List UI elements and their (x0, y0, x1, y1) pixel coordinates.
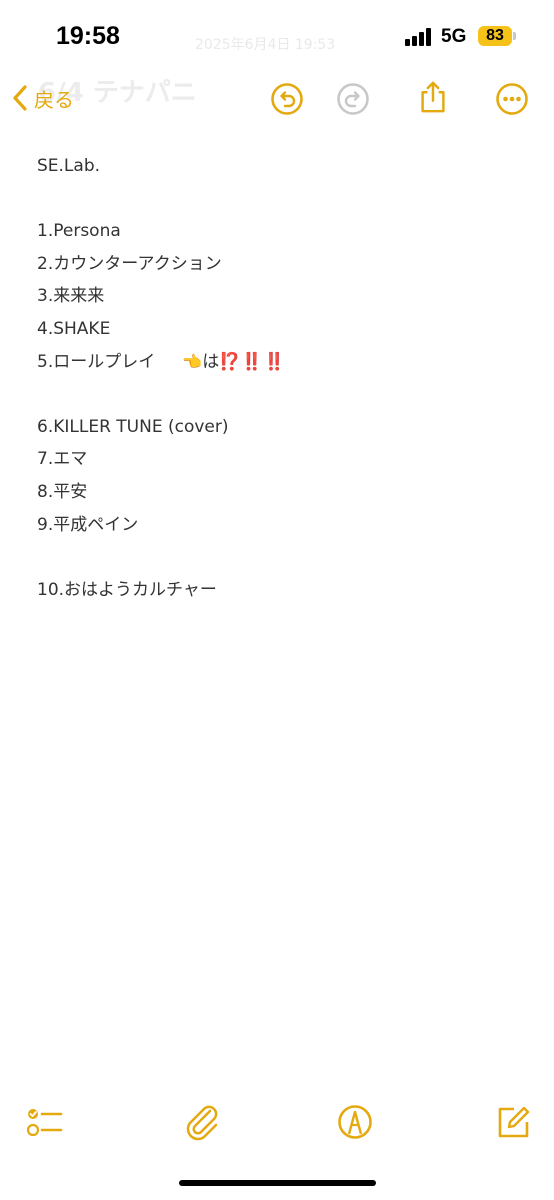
note-line: 2.カウンターアクション (37, 253, 222, 274)
back-button[interactable]: 戻る (10, 80, 74, 116)
redo-icon[interactable] (336, 82, 370, 116)
note-line: 4.SHAKE (37, 318, 111, 339)
chevron-left-icon (13, 85, 27, 111)
battery-icon: 83 (478, 26, 512, 46)
note-body[interactable]: SE.Lab. 1.Persona 2.カウンターアクション 3.来来来 4.S… (37, 150, 517, 606)
undo-icon[interactable] (270, 82, 304, 116)
pointing-hand-icon: 👈 (182, 351, 203, 371)
note-line (37, 378, 517, 411)
nav-bar: 6/4 テナパニ 戻る (0, 70, 554, 130)
home-indicator[interactable] (179, 1180, 376, 1186)
back-label: 戻る (34, 87, 74, 112)
status-bar: 2025年6月4日 19:53 19:58 5G 83 (0, 0, 554, 70)
faded-note-date: 2025年6月4日 19:53 (195, 37, 336, 53)
note-line-text: 5.ロールプレイ (37, 351, 156, 372)
note-line: 6.KILLER TUNE (cover) (37, 416, 229, 437)
markup-icon[interactable] (336, 1103, 374, 1141)
share-icon[interactable] (416, 80, 450, 114)
note-line: 9.平成ペイン (37, 514, 139, 535)
note-line (37, 183, 517, 216)
note-line: 10.おはようカルチャー (37, 579, 217, 600)
status-time: 19:58 (56, 22, 120, 50)
exclamation-marks: ⁉️‼️‼️ (219, 351, 286, 372)
note-line-suffix: は (202, 351, 220, 372)
note-line (37, 541, 517, 574)
more-icon[interactable] (495, 82, 529, 116)
attachment-icon[interactable] (183, 1103, 221, 1141)
compose-icon[interactable] (494, 1103, 532, 1141)
battery-cap (513, 32, 516, 40)
note-line-with-emoji: 5.ロールプレイ 👈は⁉️‼️‼️ (37, 346, 517, 379)
note-line: 7.エマ (37, 449, 88, 470)
note-line: SE.Lab. (37, 156, 101, 176)
cellular-signal-icon (405, 28, 435, 46)
note-line: 1.Persona (37, 221, 121, 242)
note-line: 8.平安 (37, 481, 88, 502)
network-type: 5G (441, 26, 467, 47)
note-line: 3.来来来 (37, 286, 105, 307)
bottom-toolbar (0, 1085, 554, 1155)
checklist-icon[interactable] (25, 1103, 63, 1141)
